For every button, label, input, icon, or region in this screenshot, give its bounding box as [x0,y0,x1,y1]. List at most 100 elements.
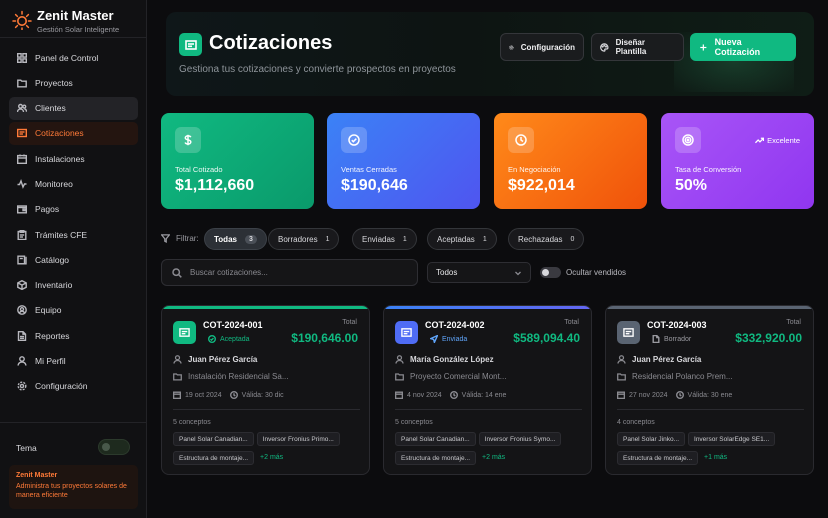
stat-value: 50% [675,177,708,194]
new-quote-button-label: Nueva Cotización [714,37,761,57]
theme-toggle[interactable] [98,439,130,455]
sidebar-item-pagos[interactable]: Pagos [9,198,138,221]
design-template-button-label: Diseñar Plantilla [615,38,647,56]
divider [0,37,147,38]
project-row: Proyecto Comercial Mont... [395,372,506,381]
hide-sold-switch[interactable] [540,267,561,278]
client-row: Juan Pérez García [173,355,257,364]
users-icon [17,103,27,113]
search-input[interactable] [190,268,410,277]
quote-icon [179,33,202,56]
filter-chip-aceptadas[interactable]: Aceptadas 1 [427,228,497,250]
filter-chip-borradores[interactable]: Borradores 1 [268,228,340,250]
config-button[interactable]: Configuración [500,33,584,61]
dates-row: 27 nov 2024 Válida: 30 ene [617,391,732,399]
stat-label: Ventas Cerradas [341,165,397,174]
calendar-icon [17,154,27,164]
card-accent-bar [384,306,591,309]
page-subtitle: Gestiona tus cotizaciones y convierte pr… [179,64,456,75]
divider [0,422,147,423]
sidebar-item-reportes[interactable]: Reportes [9,324,138,347]
dollar-icon [175,127,201,153]
project-name: Residencial Polanco Prem... [632,372,733,381]
trending-up-icon [755,137,765,144]
quote-code: COT-2024-002 [425,320,485,330]
status-badge: Enviada [430,335,467,343]
project-name: Instalación Residencial Sa... [188,372,289,381]
quote-icon [617,321,640,344]
target-icon [675,127,701,153]
concept-tag: Estructura de montaje... [173,451,255,465]
status-label: Aceptada [220,335,250,343]
sidebar-item-catalogo[interactable]: Catálogo [9,248,138,271]
status-badge: Aceptada [208,335,250,343]
sidebar-item-proyectos[interactable]: Proyectos [9,71,138,94]
sidebar-item-instalaciones[interactable]: Instalaciones [9,147,138,170]
user-icon [395,355,404,364]
concept-tags: Panel Solar Jinko... Inversor SolarEdge S… [617,432,812,470]
hide-sold-label: Ocultar vendidos [566,268,627,277]
sidebar-item-label: Proyectos [35,77,73,88]
concept-tag: Panel Solar Canadian... [395,432,476,446]
clipboard-icon [17,229,27,240]
total-label: Total [786,319,801,326]
stat-label: Tasa de Conversión [675,165,742,174]
quote-icon [395,321,418,344]
sidebar-item-configuracion[interactable]: Configuración [9,375,138,398]
status-label: Borrador [664,335,692,343]
stat-card-negotiation: En Negociación $922,014 [494,113,647,209]
sidebar: Zenit Master Gestión Solar Inteligente P… [0,0,147,518]
quote-date: 4 nov 2024 [407,391,442,399]
dates-row: 4 nov 2024 Válida: 14 ene [395,391,506,399]
sidebar-item-label: Configuración [35,381,88,392]
sidebar-item-equipo[interactable]: Equipo [9,299,138,322]
sidebar-item-panel-de-control[interactable]: Panel de Control [9,46,138,69]
quote-date: 19 oct 2024 [185,391,222,399]
sidebar-item-inventario[interactable]: Inventario [9,274,138,297]
plus-icon [700,43,707,51]
file-icon [17,330,27,341]
stat-label: En Negociación [508,165,561,174]
concept-tags: Panel Solar Canadian... Inversor Fronius … [173,432,368,470]
quote-card[interactable]: COT-2024-001 Aceptada Total $190,646.00 … [161,305,370,475]
status-badge: Borrador [652,335,691,343]
sidebar-item-label: Cotizaciones [35,128,84,139]
sidebar-item-label: Mi Perfil [35,356,66,367]
sidebar-item-clientes[interactable]: Clientes [9,96,138,120]
promo-text: Administra tus proyectos solares de mane… [16,483,127,500]
concepts-count: 5 conceptos [395,419,433,426]
sidebar-item-cotizaciones[interactable]: Cotizaciones [9,121,138,145]
filter-chip-enviadas[interactable]: Enviadas 1 [352,228,417,250]
filter-icon [161,234,170,243]
stat-value: $190,646 [341,177,408,194]
quote-card[interactable]: COT-2024-003 Borrador Total $332,920.00 … [605,305,814,475]
more-concepts: +2 más [482,454,506,461]
promo-box: Zenit Master Administra tus proyectos so… [9,465,138,509]
status-select[interactable]: Todos [427,262,531,283]
brand[interactable]: Zenit Master Gestión Solar Inteligente [12,8,119,34]
stat-value: $922,014 [508,177,575,194]
sidebar-item-monitoreo[interactable]: Monitoreo [9,172,138,195]
stat-value: $1,112,660 [175,177,255,194]
quote-card[interactable]: COT-2024-002 Enviada Total $589,094.40 M… [383,305,592,475]
filter-chip-rechazadas[interactable]: Rechazadas 0 [508,228,585,250]
chevron-down-icon [515,271,521,276]
new-quote-button[interactable]: Nueva Cotización [690,33,796,61]
book-icon [17,255,27,265]
filter-chip-todas[interactable]: Todas 3 [204,228,267,250]
folder-icon [617,373,626,381]
more-concepts: +1 más [704,454,728,461]
card-accent-bar [162,306,369,309]
file-icon [652,335,660,343]
sidebar-item-label: Catálogo [35,254,70,265]
divider [617,409,804,410]
total-label: Total [342,319,357,326]
sidebar-item-mi-perfil[interactable]: Mi Perfil [9,350,138,373]
sidebar-item-label: Equipo [35,305,62,316]
sidebar-item-label: Pagos [35,204,60,215]
promo-title: Zenit Master [16,472,58,479]
sidebar-item-label: Clientes [35,103,66,114]
sidebar-item-tramites-cfe[interactable]: Trámites CFE [9,223,138,246]
design-template-button[interactable]: Diseñar Plantilla [591,33,684,61]
sidebar-item-label: Instalaciones [35,153,85,164]
